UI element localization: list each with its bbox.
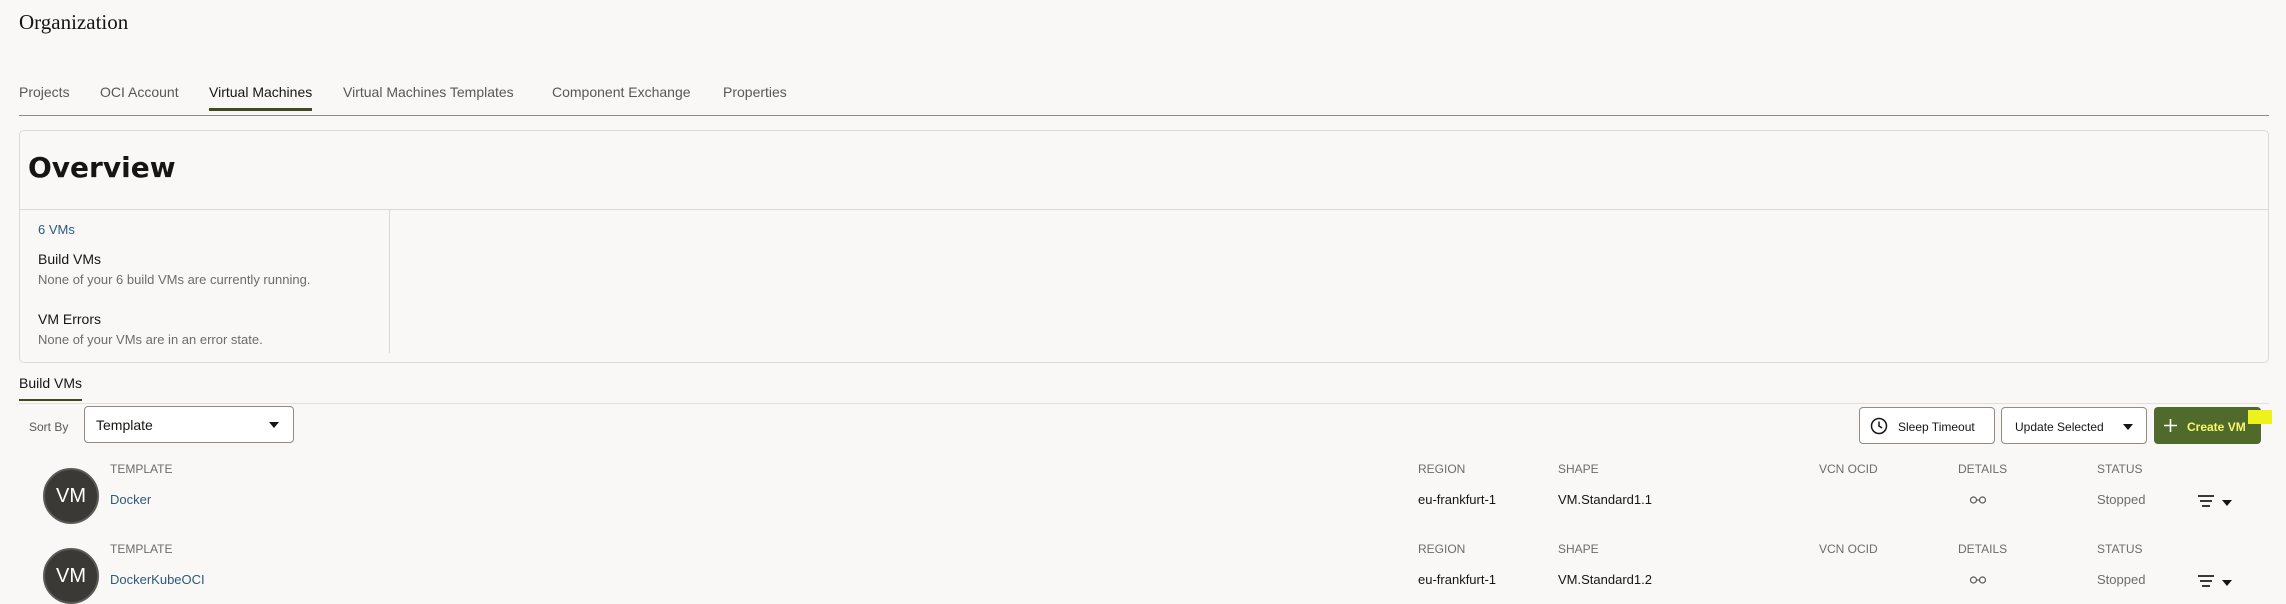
region-value: eu-frankfurt-1 bbox=[1418, 492, 1497, 507]
status-value: Stopped bbox=[2097, 492, 2146, 507]
region-header: REGION bbox=[1418, 542, 1466, 556]
tab-virtual-machines-templates[interactable]: Virtual Machines Templates bbox=[343, 84, 514, 108]
vm-errors-status: None of your VMs are in an error state. bbox=[38, 332, 263, 347]
shape-value: VM.Standard1.1 bbox=[1558, 492, 1652, 507]
template-link[interactable]: Docker bbox=[110, 492, 151, 507]
subtab-divider bbox=[19, 403, 2269, 404]
shape-header: SHAPE bbox=[1558, 542, 1599, 556]
build-vms-status: None of your 6 build VMs are currently r… bbox=[38, 272, 311, 287]
details-header: DETAILS bbox=[1958, 542, 2008, 556]
tab-component-exchange[interactable]: Component Exchange bbox=[552, 84, 691, 108]
overview-summary: 6 VMs Build VMs None of your 6 build VMs… bbox=[20, 210, 390, 353]
glasses-icon[interactable] bbox=[1969, 494, 1987, 504]
sleep-timeout-button[interactable]: Sleep Timeout bbox=[1859, 407, 1995, 444]
details-header: DETAILS bbox=[1958, 462, 2008, 476]
avatar: VM bbox=[43, 468, 99, 524]
status-header: STATUS bbox=[2097, 542, 2143, 556]
region-header: REGION bbox=[1418, 462, 1466, 476]
glasses-icon[interactable] bbox=[1969, 574, 1987, 584]
template-link[interactable]: DockerKubeOCI bbox=[110, 572, 205, 587]
overview-panel: Overview 6 VMs Build VMs None of your 6 … bbox=[19, 130, 2269, 363]
tab-bar: Projects OCI Account Virtual Machines Vi… bbox=[19, 80, 2269, 116]
vm-count-link[interactable]: 6 VMs bbox=[38, 222, 75, 237]
avatar: VM bbox=[43, 548, 99, 604]
update-selected-button[interactable]: Update Selected bbox=[2001, 407, 2147, 444]
page-title: Organization bbox=[19, 10, 129, 34]
create-vm-label: Create VM bbox=[2187, 420, 2246, 434]
vcn-ocid-header: VCN OCID bbox=[1819, 542, 1878, 556]
tab-virtual-machines[interactable]: Virtual Machines bbox=[209, 84, 313, 111]
highlight-mark bbox=[2248, 410, 2272, 424]
region-value: eu-frankfurt-1 bbox=[1418, 572, 1497, 587]
status-value: Stopped bbox=[2097, 572, 2146, 587]
hamburger-menu-icon[interactable] bbox=[2197, 494, 2215, 508]
vm-row: VM TEMPLATE Docker REGION eu-frankfurt-1… bbox=[19, 458, 2269, 538]
tab-oci-account[interactable]: OCI Account bbox=[100, 84, 179, 108]
sort-by-label: Sort By bbox=[29, 420, 69, 434]
sort-by-select[interactable]: Template bbox=[84, 406, 294, 443]
row-menu-caret-icon[interactable] bbox=[2222, 500, 2232, 506]
vcn-ocid-header: VCN OCID bbox=[1819, 462, 1878, 476]
sleep-timeout-label: Sleep Timeout bbox=[1898, 420, 1975, 434]
tab-projects[interactable]: Projects bbox=[19, 84, 70, 108]
build-vms-heading: Build VMs bbox=[38, 251, 102, 267]
clock-icon bbox=[1870, 417, 1888, 435]
template-header: TEMPLATE bbox=[110, 542, 173, 556]
shape-header: SHAPE bbox=[1558, 462, 1599, 476]
chevron-down-icon bbox=[2123, 424, 2133, 430]
create-vm-button[interactable]: Create VM bbox=[2154, 407, 2261, 444]
update-selected-label: Update Selected bbox=[2015, 420, 2104, 434]
sort-by-value: Template bbox=[96, 417, 153, 433]
status-header: STATUS bbox=[2097, 462, 2143, 476]
shape-value: VM.Standard1.2 bbox=[1558, 572, 1652, 587]
vm-row: VM TEMPLATE DockerKubeOCI REGION eu-fran… bbox=[19, 538, 2269, 604]
row-menu-caret-icon[interactable] bbox=[2222, 580, 2232, 586]
template-header: TEMPLATE bbox=[110, 462, 173, 476]
hamburger-menu-icon[interactable] bbox=[2197, 574, 2215, 588]
plus-icon bbox=[2164, 419, 2177, 432]
tab-properties[interactable]: Properties bbox=[723, 84, 787, 108]
chevron-down-icon bbox=[269, 422, 279, 428]
overview-title: Overview bbox=[28, 151, 176, 184]
tab-build-vms[interactable]: Build VMs bbox=[19, 375, 83, 401]
vm-errors-heading: VM Errors bbox=[38, 311, 101, 327]
